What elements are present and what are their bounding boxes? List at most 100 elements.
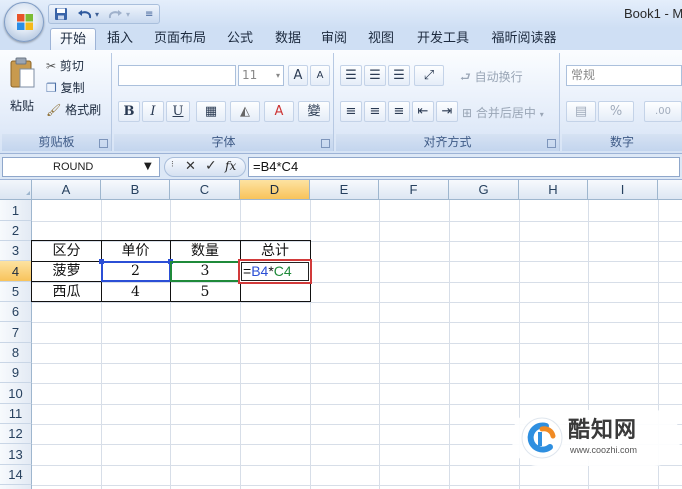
fill-color-button[interactable]: ◭ [230,101,260,122]
paste-button[interactable]: 粘贴 [8,57,38,117]
office-button[interactable] [4,2,44,42]
merge-center-button[interactable]: ⊞ 合并后居中 ▾ [462,104,544,121]
customize-qat-icon[interactable]: ≡ [145,7,153,22]
name-box[interactable]: ROUND [2,157,160,177]
column-header-e[interactable]: E [310,180,379,200]
increase-indent-button[interactable]: ⇥ [436,101,458,122]
redo-icon[interactable] [107,7,123,22]
formula-input[interactable]: =B4*C4 [248,157,680,177]
column-header-h[interactable]: H [519,180,588,200]
tab-page-layout[interactable]: 页面布局 [146,28,214,50]
shrink-font-button[interactable]: A [310,65,330,86]
redo-dropdown-icon[interactable]: ▾ [126,7,130,22]
align-center-icon: ≡ [369,104,381,119]
align-bottom-button[interactable]: ☰ [388,65,410,86]
tab-insert[interactable]: 插入 [100,28,140,50]
save-icon[interactable] [54,7,68,22]
bold-button[interactable]: B [118,101,140,122]
row-header-10[interactable]: 10 [0,383,32,404]
row-header-12[interactable]: 12 [0,424,32,444]
column-header-b[interactable]: B [101,180,170,200]
increase-decimal-button[interactable]: .00 [644,101,682,122]
active-cell-d4[interactable]: =B4*C4 [238,259,312,284]
cut-button[interactable]: ✂ 剪切 [46,57,84,74]
row-header-3[interactable]: 3 [0,241,32,261]
coozhi-logo-icon [521,417,563,459]
row-header-15[interactable] [0,485,32,489]
row-header-9[interactable]: 9 [0,363,32,383]
cell-b3[interactable]: 单价 [101,241,170,261]
select-all-corner[interactable] [0,180,32,200]
cell-d3[interactable]: 总计 [240,241,310,261]
column-header-d[interactable]: D [240,180,310,200]
row-header-5[interactable]: 5 [0,282,32,302]
phonetic-button[interactable]: 變 [298,101,330,122]
column-header-g[interactable]: G [449,180,519,200]
font-size-select[interactable]: 11 ▾ [238,65,284,86]
underline-button[interactable]: U [166,101,190,122]
grip-icon: ⁝ [171,160,174,170]
tab-home[interactable]: 开始 [50,28,96,50]
row-header-1[interactable]: 1 [0,200,32,221]
row-header-8[interactable]: 8 [0,343,32,363]
grow-font-button[interactable]: A [288,65,308,86]
column-header-c[interactable]: C [170,180,240,200]
row-header-2[interactable]: 2 [0,221,32,241]
cell-c4[interactable]: 3 [170,261,240,282]
tab-developer[interactable]: 开发工具 [410,28,476,50]
currency-button[interactable]: ▤ [566,101,596,122]
cell-c3[interactable]: 数量 [170,241,240,261]
font-name-select[interactable] [118,65,236,86]
borders-button[interactable]: ▦ [196,101,226,122]
column-header-j[interactable] [658,180,682,200]
cell-b5[interactable]: 4 [101,282,170,302]
column-header-f[interactable]: F [379,180,449,200]
column-header-a[interactable]: A [32,180,101,200]
align-middle-button[interactable]: ☰ [364,65,386,86]
font-color-button[interactable]: A [264,101,294,122]
increase-decimal-icon: .00 [655,106,671,117]
row-header-13[interactable]: 13 [0,444,32,465]
cell-b4[interactable]: 2 [101,261,170,282]
tab-review[interactable]: 审阅 [314,28,354,50]
row-header-11[interactable]: 11 [0,404,32,424]
tab-foxit-reader[interactable]: 福昕阅读器 [484,28,564,50]
undo-dropdown-icon[interactable]: ▾ [95,7,99,22]
cell-a5[interactable]: 西瓜 [32,282,101,302]
number-format-select[interactable]: 常规 [566,65,682,86]
cell-a3[interactable]: 区分 [32,241,101,261]
align-right-button[interactable]: ≡ [388,101,410,122]
enter-formula-button[interactable]: ✓ [205,158,217,174]
cell-a4[interactable]: 菠萝 [32,261,101,282]
row-header-6[interactable]: 6 [0,302,32,322]
column-header-i[interactable]: I [588,180,658,200]
row-header-7[interactable]: 7 [0,322,32,343]
row-header-14[interactable]: 14 [0,465,32,485]
tab-formulas[interactable]: 公式 [220,28,260,50]
wrap-text-button[interactable]: ⮐ 自动换行 [460,68,523,89]
clipboard-launcher-icon[interactable] [99,139,108,148]
decrease-indent-button[interactable]: ⇤ [412,101,434,122]
align-bottom-icon: ☰ [393,68,405,83]
format-painter-button[interactable]: 🖌 格式刷 [46,101,101,118]
font-launcher-icon[interactable] [321,139,330,148]
chevron-down-icon[interactable]: ▼ [144,161,152,172]
tab-data[interactable]: 数据 [268,28,308,50]
align-left-button[interactable]: ≡ [340,101,362,122]
align-center-button[interactable]: ≡ [364,101,386,122]
row-header-4[interactable]: 4 [0,261,32,282]
insert-function-button[interactable]: fx [225,159,236,173]
italic-button[interactable]: I [142,101,164,122]
tab-view[interactable]: 视图 [361,28,401,50]
spreadsheet-grid[interactable]: A B C D E F G H I 1 2 3 4 5 6 7 8 9 10 1… [0,180,682,489]
align-top-button[interactable]: ☰ [340,65,362,86]
cell-c5[interactable]: 5 [170,282,240,302]
cancel-formula-button[interactable]: ✕ [185,159,196,174]
copy-button[interactable]: ❐ 复制 [46,79,85,96]
percent-button[interactable]: % [598,101,634,122]
undo-icon[interactable] [77,7,93,22]
orientation-button[interactable]: ⤢ [414,65,444,86]
alignment-launcher-icon[interactable] [547,139,556,148]
gridline [32,343,682,344]
gridline [32,363,682,364]
